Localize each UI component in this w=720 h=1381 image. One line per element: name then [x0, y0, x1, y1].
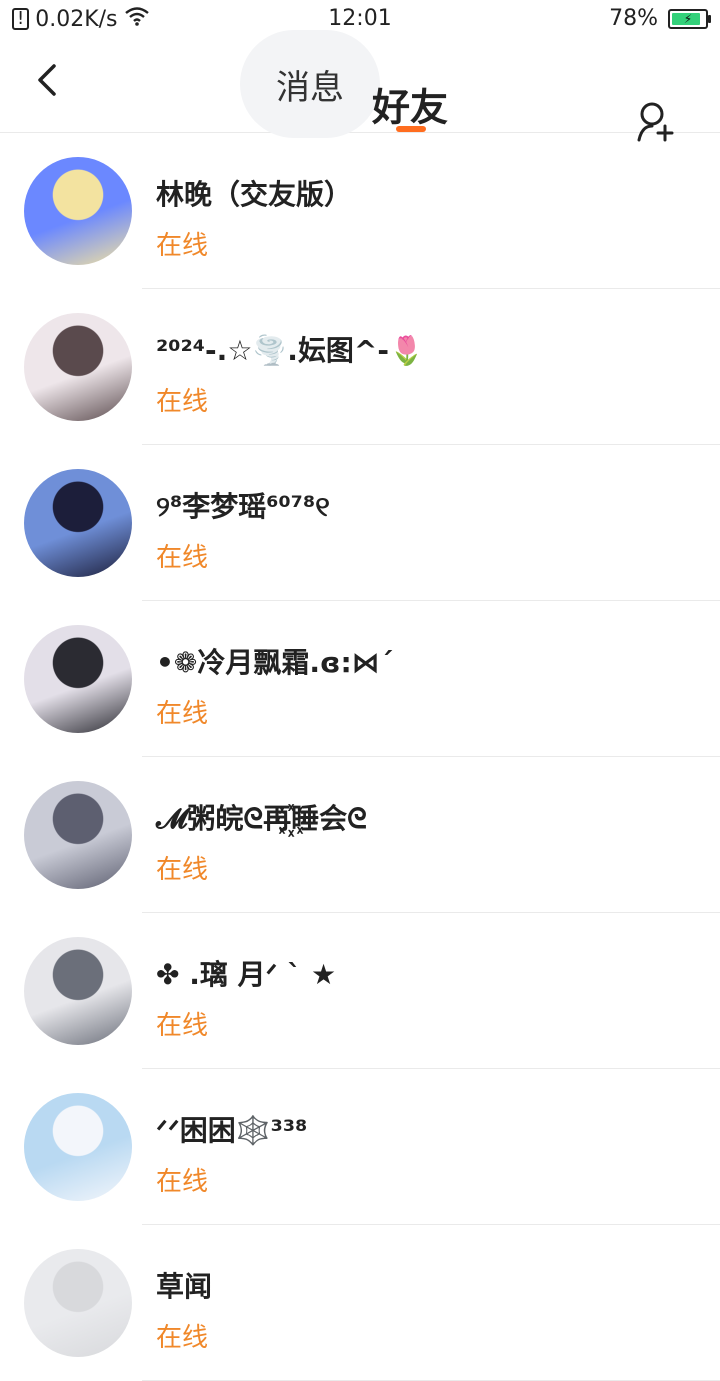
tab-messages[interactable]: 消息 [240, 30, 380, 138]
battery-percent: 78% [609, 6, 658, 31]
avatar[interactable] [24, 625, 132, 733]
friend-name: ୨⁸李梦瑶⁶⁰⁷⁸୧ [156, 490, 330, 523]
friend-name: •❁冷月飘霜.ɞ:⋈´ [156, 646, 394, 679]
battery-icon: ⚡ [668, 8, 711, 29]
online-status: 在线 [156, 1167, 209, 1197]
online-status: 在线 [156, 1323, 209, 1353]
avatar[interactable] [24, 313, 132, 421]
friend-list-item[interactable]: 草闻 在线 [0, 1225, 720, 1381]
avatar[interactable] [24, 1249, 132, 1357]
friend-list-item[interactable]: •❁冷月飘霜.ɞ:⋈´ 在线 [0, 601, 720, 757]
friend-list-item[interactable]: ²⁰²⁴-.☆🌪️.妘图^-🌷 在线 [0, 289, 720, 445]
friend-list-item[interactable]: ᐟᐟ困困🕸️³³⁸ 在线 [0, 1069, 720, 1225]
friend-name: ²⁰²⁴-.☆🌪️.妘图^-🌷 [156, 334, 424, 367]
friend-list-item[interactable]: ✤ .璃 月ᐟ ˋ ★ 在线 [0, 913, 720, 1069]
friend-list: 林晚（交友版） 在线 ²⁰²⁴-.☆🌪️.妘图^-🌷 在线 ୨⁸李梦瑶⁶⁰⁷⁸୧ 在线 •❁… [0, 133, 720, 1381]
status-bar: ! 0.02K/s 12:01 78% ⚡ [0, 0, 720, 38]
avatar[interactable] [24, 157, 132, 265]
friend-name: ✤ .璃 月ᐟ ˋ ★ [156, 958, 337, 991]
friend-name: 草闻 [156, 1270, 213, 1303]
online-status: 在线 [156, 1011, 209, 1041]
online-status: 在线 [156, 699, 209, 729]
friend-list-item[interactable]: 林晚（交友版） 在线 [0, 133, 720, 289]
avatar[interactable] [24, 1093, 132, 1201]
status-right: 78% ⚡ [609, 6, 711, 31]
avatar[interactable] [24, 781, 132, 889]
friend-name: 𝓜粥皖ᘓ再꙰睡会ᘓ [156, 802, 367, 835]
tab-indicator [396, 126, 426, 132]
online-status: 在线 [156, 855, 209, 885]
friend-list-item[interactable]: ୨⁸李梦瑶⁶⁰⁷⁸୧ 在线 [0, 445, 720, 601]
friend-name: ᐟᐟ困困🕸️³³⁸ [156, 1114, 308, 1147]
online-status: 在线 [156, 387, 209, 417]
online-status: 在线 [156, 543, 209, 573]
tabs: 消息 好友 [0, 30, 720, 138]
avatar[interactable] [24, 469, 132, 577]
friend-list-item[interactable]: 𝓜粥皖ᘓ再꙰睡会ᘓ 在线 [0, 757, 720, 913]
top-nav: 消息 好友 [0, 30, 720, 142]
friend-name: 林晚（交友版） [156, 178, 353, 211]
online-status: 在线 [156, 231, 209, 261]
tab-friends[interactable]: 好友 [372, 77, 448, 132]
avatar[interactable] [24, 937, 132, 1045]
